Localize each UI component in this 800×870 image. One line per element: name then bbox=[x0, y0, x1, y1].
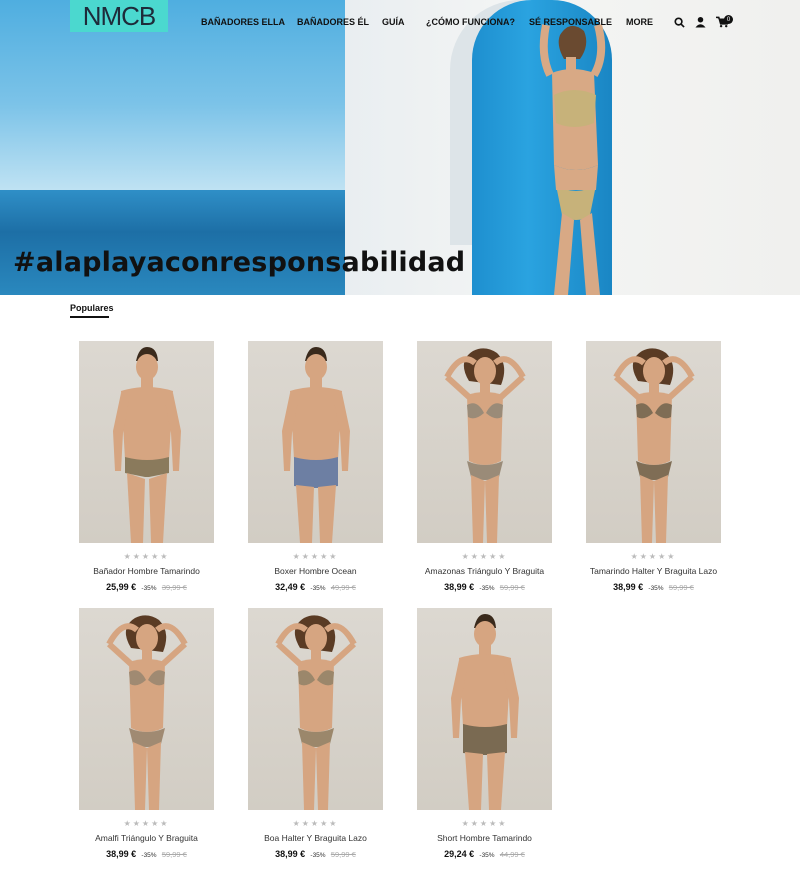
hero-sea bbox=[0, 190, 345, 295]
product-image[interactable] bbox=[417, 341, 552, 543]
product-name[interactable]: Boxer Hombre Ocean bbox=[248, 566, 383, 576]
product-prices: 25,99 € -35% 39,99 € bbox=[79, 582, 214, 592]
discount-badge: -35% bbox=[141, 852, 157, 859]
nav-item-se-responsable[interactable]: SÉ RESPONSABLE bbox=[529, 17, 612, 27]
product-name[interactable]: Tamarindo Halter Y Braguita Lazo bbox=[586, 566, 721, 576]
product-card[interactable]: ★★★★★ Amalfi Triángulo Y Braguita 38,99 … bbox=[79, 608, 214, 859]
old-price: 59,99 € bbox=[161, 850, 187, 859]
site-logo[interactable]: NMCB bbox=[70, 0, 168, 32]
old-price: 59,99 € bbox=[499, 583, 525, 592]
hero-banner[interactable]: #alaplayaconresponsabilidad bbox=[0, 0, 800, 295]
header-icons bbox=[674, 16, 729, 28]
discount-badge: -35% bbox=[141, 585, 157, 592]
old-price: 59,99 € bbox=[668, 583, 694, 592]
product-prices: 38,99 € -35% 59,99 € bbox=[586, 582, 721, 592]
product-card[interactable]: ★★★★★ Amazonas Triángulo Y Braguita 38,9… bbox=[417, 341, 552, 592]
product-prices: 29,24 € -35% 44,99 € bbox=[417, 849, 552, 859]
section-underline bbox=[70, 316, 109, 318]
old-price: 39,99 € bbox=[161, 583, 187, 592]
discount-badge: -35% bbox=[479, 852, 495, 859]
old-price: 44,99 € bbox=[499, 850, 525, 859]
hero-hashtag: #alaplayaconresponsabilidad bbox=[13, 247, 466, 278]
rating-stars: ★★★★★ bbox=[461, 552, 508, 561]
nav-item-more[interactable]: MORE bbox=[626, 17, 653, 27]
product-prices: 38,99 € -35% 59,99 € bbox=[417, 582, 552, 592]
product-card[interactable]: ★★★★★ Bañador Hombre Tamarindo 25,99 € -… bbox=[79, 341, 214, 592]
product-image[interactable] bbox=[79, 341, 214, 543]
product-image[interactable] bbox=[248, 341, 383, 543]
hero-model-image bbox=[539, 23, 606, 295]
product-image[interactable] bbox=[79, 608, 214, 810]
product-prices: 32,49 € -35% 49,99 € bbox=[248, 582, 383, 592]
product-price: 32,49 € bbox=[275, 582, 306, 592]
discount-badge: -35% bbox=[648, 585, 664, 592]
product-price: 38,99 € bbox=[275, 849, 306, 859]
product-name[interactable]: Amalfi Triángulo Y Braguita bbox=[79, 833, 214, 843]
product-name[interactable]: Bañador Hombre Tamarindo bbox=[79, 566, 214, 576]
product-card[interactable]: ★★★★★ Boa Halter Y Braguita Lazo 38,99 €… bbox=[248, 608, 383, 859]
product-price: 38,99 € bbox=[613, 582, 644, 592]
product-image[interactable] bbox=[586, 341, 721, 543]
old-price: 59,99 € bbox=[330, 850, 356, 859]
cart-count-badge: 0 bbox=[724, 15, 733, 24]
product-price: 38,99 € bbox=[106, 849, 137, 859]
rating-stars: ★★★★★ bbox=[292, 552, 339, 561]
section-title[interactable]: Populares bbox=[70, 303, 114, 313]
nav-item-banadores-el[interactable]: BAÑADORES ÉL bbox=[297, 17, 369, 27]
product-prices: 38,99 € -35% 59,99 € bbox=[79, 849, 214, 859]
product-card[interactable]: ★★★★★ Tamarindo Halter Y Braguita Lazo 3… bbox=[586, 341, 721, 592]
product-card[interactable]: ★★★★★ Short Hombre Tamarindo 29,24 € -35… bbox=[417, 608, 552, 859]
product-name[interactable]: Boa Halter Y Braguita Lazo bbox=[248, 833, 383, 843]
discount-badge: -35% bbox=[310, 585, 326, 592]
discount-badge: -35% bbox=[479, 585, 495, 592]
product-prices: 38,99 € -35% 59,99 € bbox=[248, 849, 383, 859]
product-card[interactable]: ★★★★★ Boxer Hombre Ocean 32,49 € -35% 49… bbox=[248, 341, 383, 592]
hero-sky bbox=[0, 0, 345, 190]
nav-item-banadores-ella[interactable]: BAÑADORES ELLA bbox=[201, 17, 285, 27]
nav-item-guia[interactable]: GUÍA bbox=[382, 17, 405, 27]
rating-stars: ★★★★★ bbox=[292, 819, 339, 828]
rating-stars: ★★★★★ bbox=[461, 819, 508, 828]
product-image[interactable] bbox=[248, 608, 383, 810]
rating-stars: ★★★★★ bbox=[123, 819, 170, 828]
product-image[interactable] bbox=[417, 608, 552, 810]
discount-badge: -35% bbox=[310, 852, 326, 859]
search-icon[interactable] bbox=[674, 16, 685, 28]
product-price: 38,99 € bbox=[444, 582, 475, 592]
old-price: 49,99 € bbox=[330, 583, 356, 592]
product-name[interactable]: Amazonas Triángulo Y Braguita bbox=[417, 566, 552, 576]
rating-stars: ★★★★★ bbox=[123, 552, 170, 561]
rating-stars: ★★★★★ bbox=[630, 552, 677, 561]
product-price: 29,24 € bbox=[444, 849, 475, 859]
user-icon[interactable] bbox=[695, 16, 706, 28]
nav-item-como-funciona[interactable]: ¿CÓMO FUNCIONA? bbox=[426, 17, 515, 27]
product-price: 25,99 € bbox=[106, 582, 137, 592]
product-name[interactable]: Short Hombre Tamarindo bbox=[417, 833, 552, 843]
